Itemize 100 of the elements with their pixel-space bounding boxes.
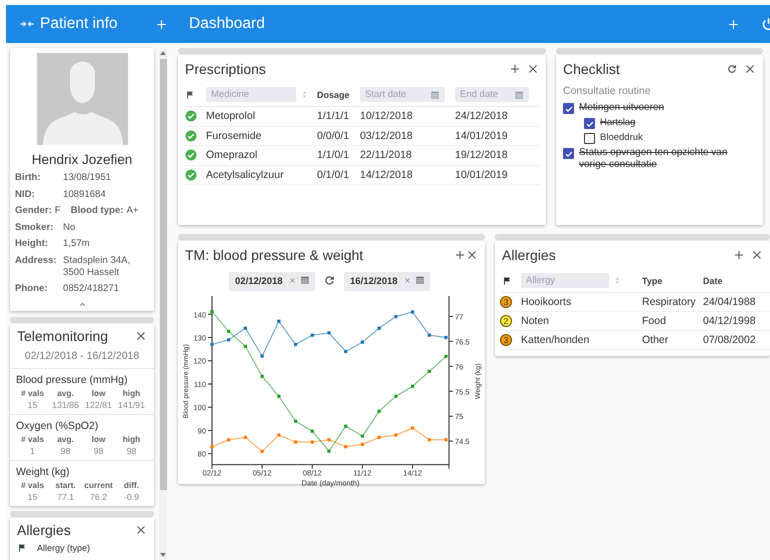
table-cell: 22/11/2018 [360,149,412,162]
point [260,374,264,378]
column-header: Date [703,276,723,286]
stat-value: 1 [29,446,36,456]
column-header: current [83,480,114,490]
date-field[interactable]: 02/12/2018 [229,272,315,290]
sidebar-title: Patient info [40,15,118,33]
field-label: Height: [15,238,50,250]
checklist-item: Bloeddruk [600,132,643,144]
filter-field[interactable]: Medicine [206,87,296,102]
table-cell: 1/1/1/1 [317,110,350,122]
checklist-item: Metingen uitvoeren [579,102,664,114]
point [428,370,431,373]
table-cell: 24/04/1988 [703,296,756,308]
stat-value: 15 [26,492,38,502]
point [410,384,414,388]
scroll-up-icon[interactable] [160,51,166,55]
point [310,334,314,337]
stat-value: 141/91 [117,400,146,410]
add-button[interactable] [454,249,466,261]
table-cell: Acetylsalicylzuur [206,168,284,181]
page-title: Dashboard [189,15,265,33]
checklist-item: Status opvragen ten opzichte van vorige consultatie [579,147,728,171]
close-button[interactable] [135,524,147,536]
drag-handle[interactable] [10,510,154,516]
scroll-down-icon[interactable] [160,553,166,557]
point [428,334,431,337]
section-title: Blood pressure (mmHg) [16,374,128,386]
table-cell: 04/12/1998 [703,315,756,327]
field-label: Address: [15,254,58,268]
panel-title: Allergies [17,522,72,538]
date-field[interactable]: 16/12/2018 [344,272,430,290]
close-button[interactable] [466,249,478,261]
point [378,326,381,330]
column-header: avg. [56,434,75,444]
table-cell: 14/01/2019 [455,130,508,142]
field-value: No [63,222,76,234]
point [394,394,398,398]
checkbox[interactable] [584,133,595,144]
table-cell: Hooikoorts [521,296,572,308]
point [244,326,248,330]
table-cell: 14/12/2018 [360,168,413,181]
checkbox[interactable] [584,118,595,129]
column-header: diff. [122,480,140,490]
checkbox[interactable] [563,103,574,114]
field-value: 0852/418271 [63,283,120,295]
scrollbar[interactable] [159,48,167,560]
column-header: high [122,434,142,444]
table-cell: 19/12/2018 [455,149,508,162]
severity-badge: 3 [500,334,512,346]
add-button[interactable] [733,249,745,261]
table-cell: 0/0/0/1 [317,130,350,142]
point [344,445,348,448]
point [210,445,214,448]
field-label: Gender: [15,205,52,217]
clear-icon[interactable] [404,276,411,284]
stat-value: 122/81 [84,400,113,410]
checkbox[interactable] [563,148,574,159]
drag-handle[interactable] [10,316,154,322]
point [310,430,314,433]
date-filter-field[interactable]: Start date [360,87,445,102]
severity-badge: 3 [500,296,512,308]
point [310,440,314,444]
table-cell: 10/12/2018 [360,110,413,122]
stat-value: 98 [92,446,104,456]
stat-value: 98 [60,446,72,456]
close-button[interactable] [135,330,147,342]
drag-handle[interactable] [556,48,763,54]
drag-handle[interactable] [178,48,546,54]
drag-handle[interactable] [495,234,770,240]
stat-value: 15 [26,400,38,410]
column-header: low [90,434,106,444]
checklist-subtitle: Consultatie routine [562,84,652,99]
column-header: avg. [56,388,75,398]
clear-icon[interactable] [289,276,296,284]
patient-name: Hendrix Jozefien [30,152,134,167]
drag-handle[interactable] [178,234,485,240]
panel-title: Allergies [502,247,557,263]
field-label: Birth: [15,172,42,184]
close-button[interactable] [744,63,756,75]
close-button[interactable] [527,63,539,75]
table-cell: Noten [521,315,550,327]
filter-field[interactable]: Allergy [521,273,609,288]
refresh-button[interactable] [726,63,738,75]
field-value: A+ [126,205,138,217]
add-button[interactable] [509,63,521,75]
column-header: # vals [20,388,46,398]
flag-icon [185,90,195,100]
scrollbar-thumb[interactable] [160,59,166,490]
section-title: Oxygen (%SpO2) [16,420,100,432]
section-title: Weight (kg) [16,466,70,478]
refresh-button[interactable] [323,274,336,286]
field-label: NID: [15,188,36,200]
date-range: 02/12/2018 - 16/12/2018 [10,348,154,368]
date-filter-field[interactable]: End date [455,87,529,102]
point [227,338,230,342]
point [428,438,431,442]
column-header: high [122,388,142,398]
close-button[interactable] [751,249,763,261]
column-header: # vals [20,480,46,490]
